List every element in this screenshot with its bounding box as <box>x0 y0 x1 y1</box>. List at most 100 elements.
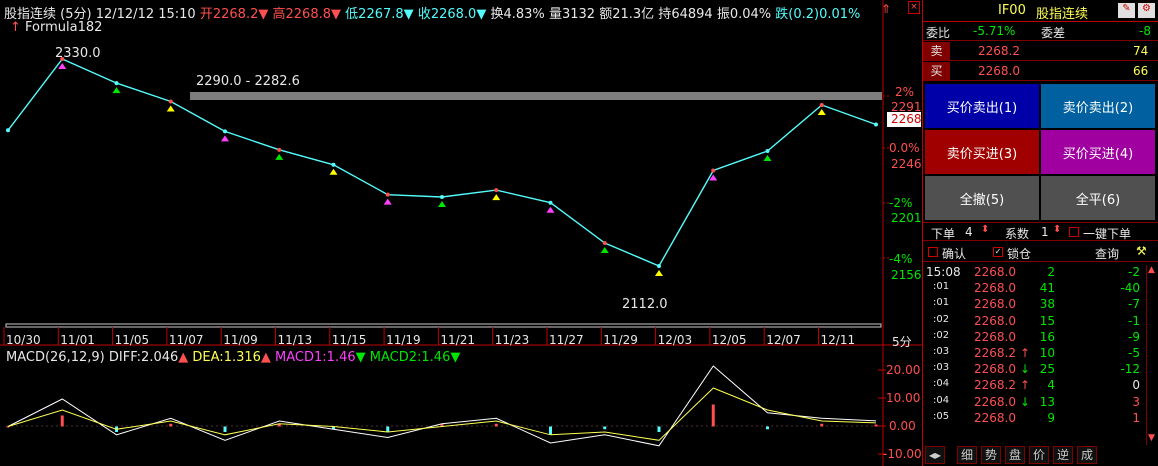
tick-volume: 13 <box>1039 394 1055 409</box>
tick-change: -9 <box>1128 329 1140 344</box>
buy-at-ask-button[interactable]: 卖价买进(3) <box>925 130 1039 174</box>
macd-bar <box>874 424 878 427</box>
macd1-value: 1.46 <box>326 350 356 365</box>
query-button[interactable]: 查询 <box>1095 245 1119 262</box>
one-key-checkbox[interactable] <box>1069 227 1079 237</box>
tick-price: 2268.0 <box>974 394 1016 409</box>
price-point <box>114 81 119 86</box>
kline-chart[interactable] <box>0 0 922 466</box>
weicha-value: -8 <box>1139 24 1151 38</box>
tick-price: 2268.0 <box>974 297 1016 312</box>
order-row: 下单 4 ⬍ 系数 1 ⬍ 一键下单 <box>923 222 1158 241</box>
tick-price: 2268.0 <box>974 410 1016 425</box>
signal-marker <box>221 135 229 142</box>
time-label: 11/23 <box>494 333 530 347</box>
amplitude-value: 0.04% <box>729 7 772 22</box>
turnover-value: 4.83% <box>503 7 545 22</box>
tab-1[interactable]: 势 <box>981 446 1002 464</box>
macd-bar <box>820 423 824 427</box>
tab-5[interactable]: 成 <box>1077 446 1098 464</box>
buy-at-bid-button[interactable]: 买价买进(4) <box>1041 130 1155 174</box>
time-label: 11/05 <box>114 333 150 347</box>
macd-bar <box>766 426 769 430</box>
tick-price: 2268.0 <box>974 281 1016 296</box>
hammer-icon[interactable]: ⚒ <box>1136 244 1147 258</box>
formula-label: ↑ Formula182 <box>10 20 103 35</box>
time-label: 11/09 <box>223 333 258 347</box>
macd-bar <box>386 426 390 432</box>
tick-volume: 38 <box>1039 297 1055 312</box>
open-value: 2268.2 <box>212 7 259 22</box>
macd-axis-label: -10.00 <box>883 447 922 461</box>
tick-time: :02 <box>933 313 950 325</box>
tick-change: -5 <box>1128 346 1140 360</box>
high-value: 2268.8 <box>285 7 332 22</box>
tick-price: 2268.2 <box>974 378 1016 393</box>
tab-2[interactable]: 盘 <box>1005 446 1026 464</box>
tab-3[interactable]: 价 <box>1029 446 1050 464</box>
tick-time: :03 <box>933 362 950 374</box>
tick-change: -12 <box>1120 362 1140 377</box>
tick-volume: 41 <box>1039 281 1055 296</box>
order-qty[interactable]: 4 <box>965 225 973 239</box>
tick-row: :02 2268.0 15 -1 <box>923 314 1143 330</box>
trade-panel: IF00 股指连续 ✎ ⚙ 委比 -5.71% 委差 -8 卖 2268.2 7… <box>922 0 1158 466</box>
close-all-button[interactable]: 全平(6) <box>1041 176 1155 220</box>
price-point <box>168 99 173 104</box>
tab-nav-icon[interactable]: ◂▸ <box>925 446 946 464</box>
macd-axis-label: 20.00 <box>886 363 921 377</box>
factor-spinner-icon[interactable]: ⬍ <box>1053 224 1061 235</box>
tick-change: 0 <box>1132 378 1140 393</box>
quote-title-row: IF00 股指连续 ✎ ⚙ <box>923 0 1158 22</box>
cancel-all-button[interactable]: 全撤(5) <box>925 176 1039 220</box>
scroll-up-arrow-icon[interactable]: ▲ <box>1148 265 1155 275</box>
tab-4[interactable]: 逆 <box>1053 446 1074 464</box>
signal-marker <box>112 87 121 94</box>
tick-time: :01 <box>933 297 950 309</box>
tick-row: 15:08 2268.0 2 -2 <box>923 265 1143 281</box>
tick-volume: 2 <box>1047 265 1055 279</box>
scroll-up-icon[interactable]: ⇑ <box>881 2 891 16</box>
price-point <box>819 102 824 107</box>
pen-icon[interactable]: ✎ <box>1118 3 1135 18</box>
time-label: 12/03 <box>657 333 693 347</box>
tick-volume: 10 <box>1039 346 1055 360</box>
tick-price: 2268.0 <box>974 362 1016 377</box>
tab-0[interactable]: 细 <box>957 446 978 464</box>
settings-icon[interactable]: ⚙ <box>1138 3 1155 18</box>
scroll-down-arrow-icon[interactable]: ▼ <box>1148 433 1155 443</box>
sell-at-bid-button[interactable]: 买价卖出(1) <box>925 84 1039 128</box>
signal-marker <box>546 206 555 213</box>
open-interest-value: 64894 <box>671 7 713 22</box>
tick-price: 2268.0 <box>974 329 1016 344</box>
signal-marker <box>383 198 392 205</box>
price-point <box>494 188 499 193</box>
tick-row: :03 2268.2 ↑ 10 -5 <box>923 346 1143 362</box>
amount-value: 21.3亿 <box>612 7 655 22</box>
buy-volume: 66 <box>1133 64 1149 78</box>
time-label: 11/19 <box>386 333 421 347</box>
trough-annotation: 2112.0 <box>622 297 668 312</box>
lock-checkbox[interactable]: ✓ <box>993 247 1003 257</box>
sell-at-ask-button[interactable]: 卖价卖出(2) <box>1041 84 1155 128</box>
period-unit: 5分 <box>892 335 912 349</box>
factor-value[interactable]: 1 <box>1041 225 1049 239</box>
tick-price: 2268.2 <box>974 346 1016 360</box>
signal-marker <box>763 154 772 161</box>
close-icon[interactable]: × <box>908 1 920 14</box>
tick-volume: 15 <box>1039 313 1055 328</box>
signal-marker <box>655 269 663 276</box>
price-point <box>711 168 716 173</box>
time-label: 11/01 <box>60 333 95 347</box>
tick-row: :01 2268.0 41 -40 <box>923 281 1143 297</box>
tick-scrollbar[interactable]: ▲ ▼ <box>1146 265 1158 445</box>
macd-axis-label: 0.00 <box>889 419 916 433</box>
tick-row: :03 2268.0 ↓ 25 -12 <box>923 362 1143 378</box>
price-point <box>440 194 444 199</box>
confirm-checkbox[interactable] <box>928 247 938 257</box>
signal-marker <box>166 105 175 112</box>
tick-volume: 25 <box>1039 362 1055 377</box>
tick-change: -2 <box>1128 265 1140 279</box>
time-label: 12/11 <box>820 333 856 347</box>
qty-spinner-icon[interactable]: ⬍ <box>981 224 989 235</box>
